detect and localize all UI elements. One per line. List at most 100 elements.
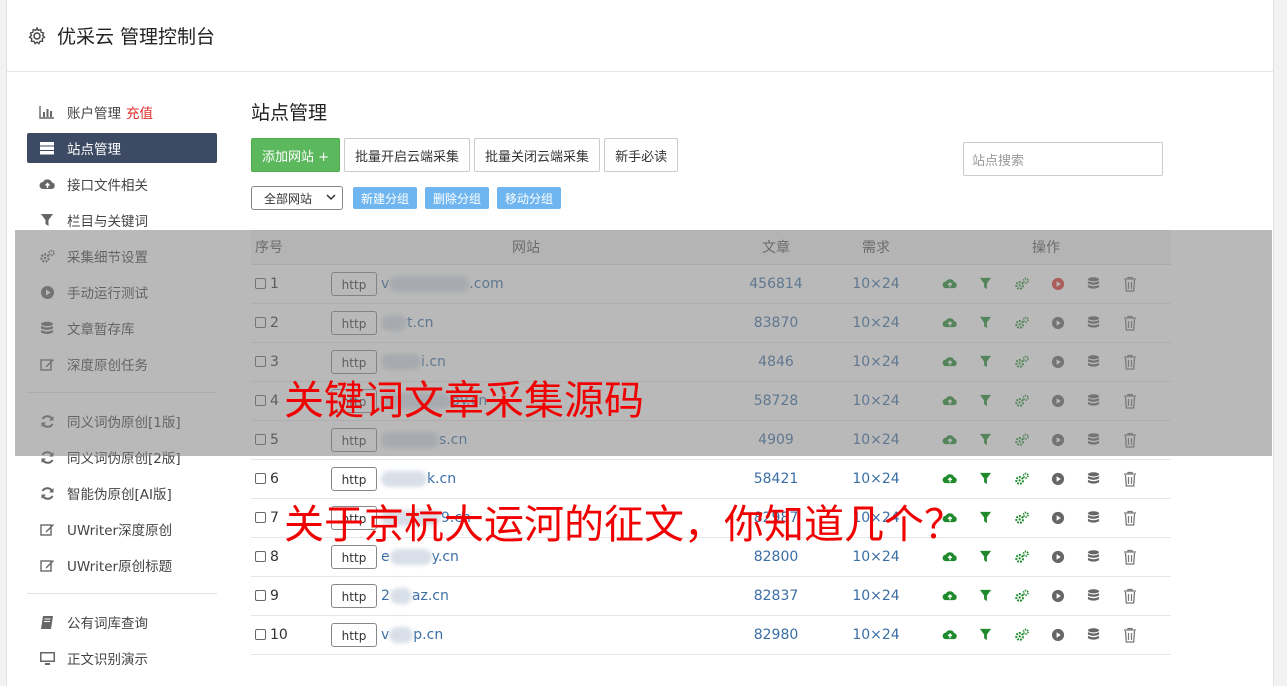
sidebar-item[interactable]: 采集细节设置 bbox=[27, 238, 217, 274]
sidebar-item[interactable]: 栏目与关键词 bbox=[27, 202, 217, 238]
batch-open-button[interactable]: 批量开启云端采集 bbox=[344, 138, 471, 172]
gears-icon[interactable] bbox=[1013, 587, 1030, 604]
site-domain-link[interactable]: py.cn bbox=[381, 392, 487, 409]
sidebar-item[interactable]: 深度原创任务 bbox=[27, 346, 217, 382]
cloud-upload-icon[interactable] bbox=[941, 509, 958, 526]
article-count[interactable]: 58421 bbox=[721, 459, 831, 499]
trash-icon[interactable] bbox=[1121, 353, 1138, 370]
play-circle-icon[interactable] bbox=[1049, 626, 1066, 643]
site-domain-link[interactable]: e y.cn bbox=[381, 548, 459, 565]
play-circle-icon[interactable] bbox=[1049, 392, 1066, 409]
sidebar-item[interactable]: UWriter深度原创 bbox=[27, 511, 217, 547]
demand-value[interactable]: 10×24 bbox=[831, 420, 921, 460]
move-group-button[interactable]: 移动分组 bbox=[497, 187, 562, 209]
site-domain-link[interactable]: k.cn bbox=[381, 470, 456, 487]
sidebar-item[interactable]: UWriter原创标题 bbox=[27, 547, 217, 583]
gears-icon[interactable] bbox=[1013, 626, 1030, 643]
cloud-upload-icon[interactable] bbox=[941, 548, 958, 565]
cloud-upload-icon[interactable] bbox=[941, 431, 958, 448]
demand-value[interactable]: 10×24 bbox=[831, 381, 921, 421]
delete-group-button[interactable]: 删除分组 bbox=[425, 187, 490, 209]
row-checkbox[interactable] bbox=[255, 355, 266, 367]
trash-icon[interactable] bbox=[1121, 587, 1138, 604]
sidebar-item[interactable]: 接口文件相关 bbox=[27, 166, 217, 202]
cloud-upload-icon[interactable] bbox=[941, 626, 958, 643]
article-count[interactable]: 82980 bbox=[721, 615, 831, 655]
site-search-input[interactable]: 站点搜索 bbox=[963, 142, 1163, 176]
play-circle-icon[interactable] bbox=[1049, 353, 1066, 370]
filter-icon[interactable] bbox=[977, 548, 994, 565]
site-domain-link[interactable]: 9.cn bbox=[381, 509, 471, 526]
demand-value[interactable]: 10×24 bbox=[831, 537, 921, 577]
batch-close-button[interactable]: 批量关闭云端采集 bbox=[474, 138, 601, 172]
sidebar-item[interactable]: 智能伪原创[AI版] bbox=[27, 475, 217, 511]
gears-icon[interactable] bbox=[1013, 314, 1030, 331]
database-icon[interactable] bbox=[1085, 587, 1102, 604]
row-checkbox[interactable] bbox=[255, 472, 266, 484]
row-checkbox[interactable] bbox=[255, 433, 266, 445]
filter-icon[interactable] bbox=[977, 470, 994, 487]
filter-icon[interactable] bbox=[977, 392, 994, 409]
cloud-upload-icon[interactable] bbox=[941, 587, 958, 604]
gear-icon[interactable] bbox=[27, 26, 47, 46]
database-icon[interactable] bbox=[1085, 509, 1102, 526]
database-icon[interactable] bbox=[1085, 314, 1102, 331]
demand-value[interactable]: 10×24 bbox=[831, 615, 921, 655]
gears-icon[interactable] bbox=[1013, 509, 1030, 526]
filter-icon[interactable] bbox=[977, 626, 994, 643]
database-icon[interactable] bbox=[1085, 626, 1102, 643]
play-circle-icon[interactable] bbox=[1049, 275, 1066, 292]
database-icon[interactable] bbox=[1085, 431, 1102, 448]
sidebar-item[interactable]: 站点管理 bbox=[27, 133, 217, 163]
trash-icon[interactable] bbox=[1121, 509, 1138, 526]
gears-icon[interactable] bbox=[1013, 275, 1030, 292]
demand-value[interactable]: 10×24 bbox=[831, 264, 921, 304]
article-count[interactable]: 83870 bbox=[721, 303, 831, 343]
cloud-upload-icon[interactable] bbox=[941, 314, 958, 331]
play-circle-icon[interactable] bbox=[1049, 470, 1066, 487]
site-domain-link[interactable]: s.cn bbox=[381, 431, 467, 448]
site-domain-link[interactable]: t.cn bbox=[381, 314, 434, 331]
trash-icon[interactable] bbox=[1121, 392, 1138, 409]
article-count[interactable]: 82837 bbox=[721, 576, 831, 616]
sidebar-item[interactable]: 公有词库查询 bbox=[27, 604, 217, 640]
site-domain-link[interactable]: v p.cn bbox=[381, 626, 443, 643]
database-icon[interactable] bbox=[1085, 275, 1102, 292]
sidebar-item[interactable]: 同义词伪原创[1版] bbox=[27, 403, 217, 439]
cloud-upload-icon[interactable] bbox=[941, 353, 958, 370]
gears-icon[interactable] bbox=[1013, 548, 1030, 565]
sidebar-item[interactable]: 同义词伪原创[2版] bbox=[27, 439, 217, 475]
article-count[interactable]: 82800 bbox=[721, 537, 831, 577]
filter-icon[interactable] bbox=[977, 314, 994, 331]
play-circle-icon[interactable] bbox=[1049, 548, 1066, 565]
article-count[interactable]: 4846 bbox=[721, 342, 831, 382]
cloud-upload-icon[interactable] bbox=[941, 392, 958, 409]
row-checkbox[interactable] bbox=[255, 511, 266, 523]
filter-icon[interactable] bbox=[977, 353, 994, 370]
site-domain-link[interactable]: i.cn bbox=[381, 353, 446, 370]
row-checkbox[interactable] bbox=[255, 316, 266, 328]
article-count[interactable]: 456814 bbox=[721, 264, 831, 304]
trash-icon[interactable] bbox=[1121, 275, 1138, 292]
play-circle-icon[interactable] bbox=[1049, 509, 1066, 526]
demand-value[interactable]: 10×24 bbox=[831, 303, 921, 343]
trash-icon[interactable] bbox=[1121, 314, 1138, 331]
demand-value[interactable]: 10×24 bbox=[831, 459, 921, 499]
trash-icon[interactable] bbox=[1121, 470, 1138, 487]
article-count[interactable]: 4909 bbox=[721, 420, 831, 460]
new-group-button[interactable]: 新建分组 bbox=[353, 187, 418, 209]
row-checkbox[interactable] bbox=[255, 628, 266, 640]
play-circle-icon[interactable] bbox=[1049, 314, 1066, 331]
filter-icon[interactable] bbox=[977, 431, 994, 448]
site-domain-link[interactable]: 2 az.cn bbox=[381, 587, 449, 604]
database-icon[interactable] bbox=[1085, 392, 1102, 409]
row-checkbox[interactable] bbox=[255, 277, 266, 289]
database-icon[interactable] bbox=[1085, 470, 1102, 487]
trash-icon[interactable] bbox=[1121, 626, 1138, 643]
cloud-upload-icon[interactable] bbox=[941, 470, 958, 487]
play-circle-icon[interactable] bbox=[1049, 431, 1066, 448]
database-icon[interactable] bbox=[1085, 353, 1102, 370]
row-checkbox[interactable] bbox=[255, 550, 266, 562]
filter-icon[interactable] bbox=[977, 587, 994, 604]
article-count[interactable]: 58728 bbox=[721, 381, 831, 421]
